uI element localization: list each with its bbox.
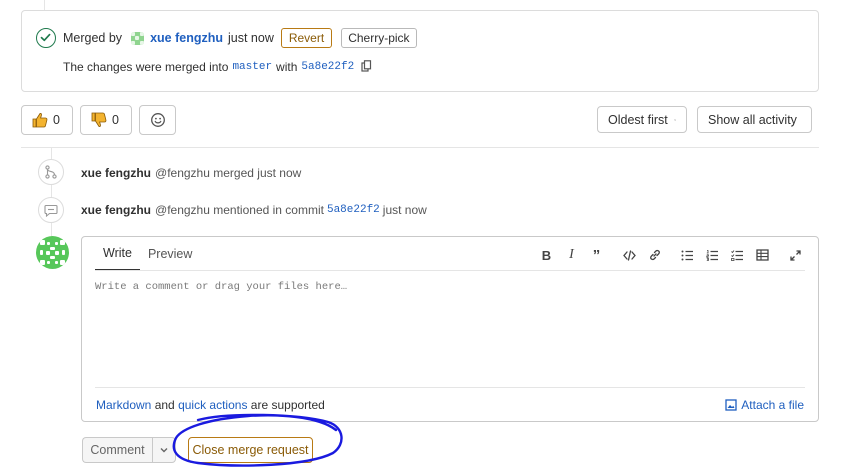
markdown-toolbar: B I ” (534, 246, 808, 264)
chevron-down-icon (673, 118, 676, 121)
note-action: merged just now (213, 166, 302, 180)
smiley-icon (150, 113, 165, 127)
sort-order-label: Oldest first (608, 112, 668, 127)
merge-event-icon (38, 159, 64, 185)
sort-order-dropdown[interactable]: Oldest first (597, 106, 687, 133)
note-commit-link[interactable]: 5a8e22f2 (327, 204, 380, 216)
attach-file-label: Attach a file (741, 398, 804, 412)
merged-widget: Merged by xue fengzhu just now Revert Ch… (21, 10, 819, 92)
author-avatar-small[interactable] (131, 31, 145, 45)
tab-write[interactable]: Write (95, 237, 140, 271)
comment-event-icon (38, 197, 64, 223)
add-reaction-button[interactable] (139, 105, 176, 135)
comment-button[interactable]: Comment (82, 437, 152, 463)
thumbs-up-count: 0 (53, 113, 60, 127)
note-action: mentioned in commit (213, 203, 324, 217)
thumbs-down-award-button[interactable]: 0 (80, 105, 132, 135)
tabs-divider (95, 270, 805, 271)
merged-desc-with: with (276, 60, 298, 74)
merged-desc-prefix: The changes were merged into (63, 60, 229, 74)
cherry-pick-button[interactable]: Cherry-pick (341, 28, 417, 48)
note-handle[interactable]: @fengzhu (155, 166, 210, 180)
attach-file-button[interactable]: Attach a file (725, 398, 804, 412)
merge-commit-link[interactable]: 5a8e22f2 (301, 61, 354, 73)
merged-check-icon (36, 28, 56, 48)
tab-preview[interactable]: Preview (140, 237, 200, 271)
comment-form: Write Preview B I ” Ma (81, 236, 819, 422)
system-note-mentioned: xue fengzhu @fengzhu mentioned in commit… (81, 203, 427, 217)
chevron-down-icon (160, 448, 168, 453)
note-time: just now (382, 203, 427, 217)
activity-filter-label: Show all activity (708, 112, 797, 127)
task-list-icon[interactable] (725, 246, 750, 264)
system-note-merged: xue fengzhu @fengzhu merged just now (81, 166, 301, 180)
note-author[interactable]: xue fengzhu (81, 166, 151, 180)
table-icon[interactable] (750, 246, 775, 264)
editor-tabs: Write Preview (95, 237, 200, 271)
thumbs-up-award-button[interactable]: 0 (21, 105, 73, 135)
markdown-help-link[interactable]: Markdown (96, 398, 151, 412)
comment-textarea[interactable] (95, 281, 805, 381)
fullscreen-icon[interactable] (783, 246, 808, 264)
thumbs-down-count: 0 (112, 113, 119, 127)
copy-commit-icon[interactable] (361, 59, 372, 75)
merged-by-label: Merged by (63, 31, 123, 45)
image-icon (725, 399, 737, 411)
thumbs-up-icon (32, 113, 48, 128)
merged-time: just now (227, 31, 274, 45)
current-user-avatar[interactable] (36, 236, 69, 269)
section-divider (21, 147, 819, 148)
bullet-list-icon[interactable] (675, 246, 700, 264)
note-handle[interactable]: @fengzhu (155, 203, 210, 217)
bold-icon[interactable]: B (534, 246, 559, 264)
link-icon[interactable] (642, 246, 667, 264)
merged-description: The changes were merged into master with… (63, 59, 372, 75)
revert-button[interactable]: Revert (280, 28, 333, 48)
italic-icon[interactable]: I (559, 246, 584, 264)
merged-author-link[interactable]: xue fengzhu (150, 31, 223, 45)
annotation-circle (172, 413, 343, 467)
code-icon[interactable] (617, 246, 642, 264)
target-branch-link[interactable]: master (232, 61, 272, 73)
activity-filter-dropdown[interactable]: Show all activity (697, 106, 812, 133)
quote-icon[interactable]: ” (584, 246, 609, 264)
editor-footer-divider (95, 387, 805, 388)
thumbs-down-icon (91, 112, 107, 127)
timeline-connector (44, 0, 45, 10)
note-author[interactable]: xue fengzhu (81, 203, 151, 217)
numbered-list-icon[interactable] (700, 246, 725, 264)
merged-status-row: Merged by xue fengzhu just now Revert Ch… (63, 28, 417, 48)
